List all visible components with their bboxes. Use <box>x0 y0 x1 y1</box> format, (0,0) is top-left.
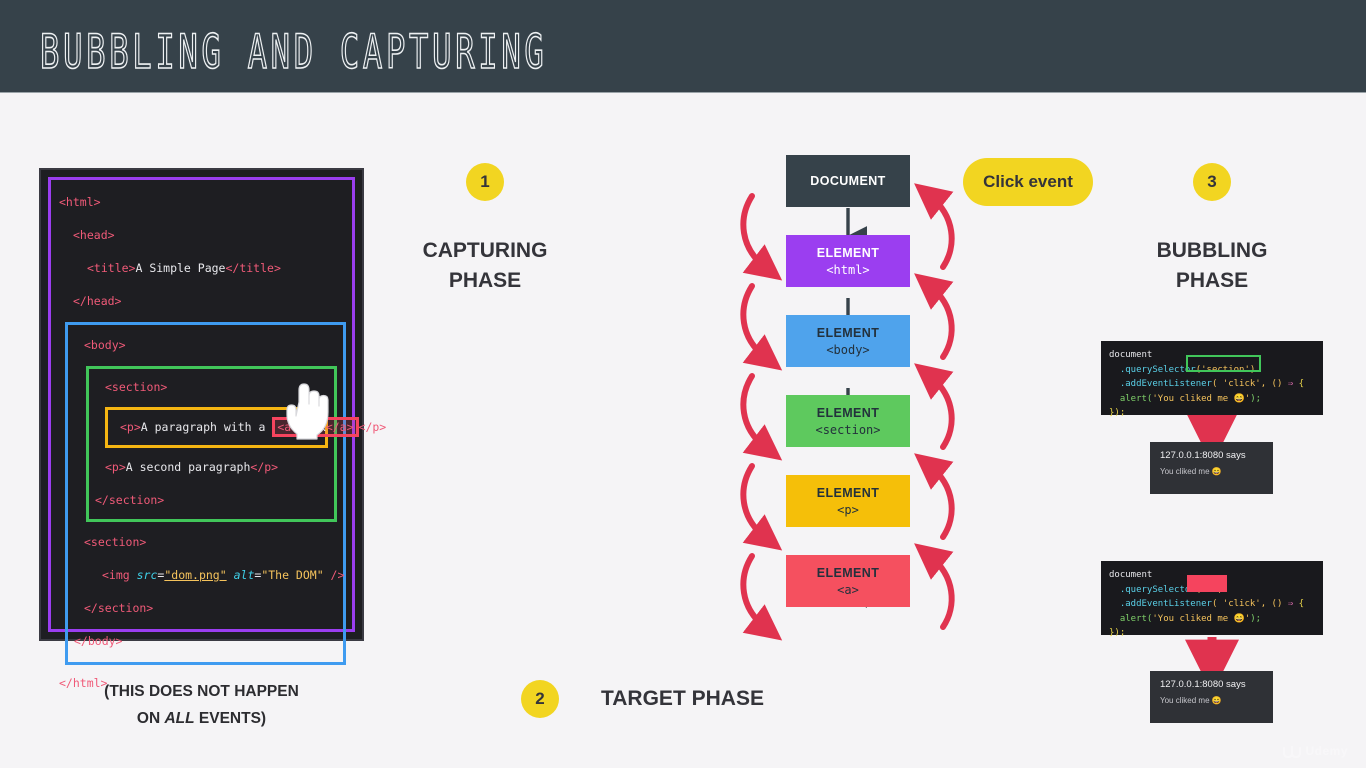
node-kind: ELEMENT <box>816 565 880 580</box>
code-line-img: <img src="dom.png" alt="The DOM" /> <box>102 568 345 582</box>
code-line-body-open: <body> <box>84 338 126 352</box>
caption-line-2: ON ALL EVENTS) <box>136 710 267 727</box>
udemy-watermark: Udemy <box>1283 744 1348 758</box>
caption-line-1: (THIS DOES NOT HAPPEN <box>104 683 299 700</box>
flow-node-document: DOCUMENT <box>786 155 910 207</box>
udemy-logo-icon <box>1283 746 1302 758</box>
snippet-line-close: }); <box>1109 628 1126 639</box>
nesting-box-html: <html> <head> <title>A Simple Page</titl… <box>48 177 386 690</box>
bubbling-phase-title: BUBBLING PHASE <box>1112 236 1312 296</box>
code-line-head-open: <head> <box>73 228 115 242</box>
code-panel-caption: (THIS DOES NOT HAPPEN ON ALL EVENTS) <box>39 678 364 732</box>
bubbling-phase-column: 3 BUBBLING PHASE <box>1112 163 1312 296</box>
node-kind: ELEMENT <box>816 325 880 340</box>
alert-title: 127.0.0.1:8080 says <box>1160 450 1246 461</box>
bubbling-title-line-1: BUBBLING <box>1156 239 1268 262</box>
target-phase-row: 2 TARGET PHASE <box>521 680 764 718</box>
flow-node-html: ELEMENT <html> <box>786 235 910 287</box>
capturing-arrow-group <box>740 193 783 641</box>
node-tag: <p> <box>837 502 859 517</box>
bubbling-arrow-group <box>914 183 955 630</box>
code-line-body-close: </body> <box>74 634 123 648</box>
html-code-panel: <html> <head> <title>A Simple Page</titl… <box>39 168 386 690</box>
highlight-box-section-selector <box>1186 355 1261 372</box>
capturing-title-line-2: PHASE <box>448 269 522 292</box>
highlight-box-a-selector <box>1187 575 1227 592</box>
node-kind: ELEMENT <box>816 405 880 420</box>
alert-dialog-section: 127.0.0.1:8080 says You cliked me 😄 <box>1150 442 1273 494</box>
code-line-p-first: <p>A paragraph with a <a>link</a> </p> <box>110 411 386 444</box>
code-line-head-close: </head> <box>73 294 122 308</box>
page-header: BUBBLING AND CAPTURING <box>0 0 1366 93</box>
bubbling-phase-badge: 3 <box>1193 163 1231 201</box>
target-phase-badge: 2 <box>521 680 559 718</box>
capturing-phase-badge: 1 <box>466 163 504 201</box>
code-line-section-close: </section> <box>95 493 165 507</box>
node-kind: ELEMENT <box>816 485 880 500</box>
nesting-box-a: <a>link</a> <box>272 417 359 437</box>
flow-node-section: ELEMENT <section> <box>786 395 910 447</box>
snippet-line-addeventlistener: .addEventListener( 'click', () ⇒ { <box>1109 379 1305 390</box>
flow-node-body: ELEMENT <body> <box>786 315 910 367</box>
watermark-text: Udemy <box>1305 744 1348 758</box>
node-tag: <body> <box>826 342 870 357</box>
snippet-line-close: }); <box>1109 408 1126 419</box>
nesting-box-body: <body> <section> <p>A paragraph with a <… <box>65 322 386 665</box>
nesting-box-section: <section> <p>A paragraph with a <a>link<… <box>86 366 386 522</box>
alert-message: You cliked me 😄 <box>1160 696 1222 705</box>
capturing-phase-title: CAPTURING PHASE <box>385 236 585 296</box>
node-tag: <html> <box>826 262 870 277</box>
alert-title: 127.0.0.1:8080 says <box>1160 679 1246 690</box>
code-line-section2-open: <section> <box>84 535 147 549</box>
event-flow-diagram: DOCUMENT ELEMENT <html> ELEMENT <body> E… <box>786 155 910 607</box>
code-line-section2-close: </section> <box>84 601 154 615</box>
node-tag: <a> <box>837 582 859 597</box>
snippet-line-addeventlistener: .addEventListener( 'click', () ⇒ { <box>1109 599 1305 610</box>
snippet-line-alert: alert('You cliked me 😄'); <box>1109 393 1262 404</box>
page-title: BUBBLING AND CAPTURING <box>39 25 548 81</box>
target-phase-title: TARGET PHASE <box>601 687 764 710</box>
code-snippet-section-listener: document .querySelector('section') .addE… <box>1101 341 1323 418</box>
flow-node-p: ELEMENT <p> <box>786 475 910 527</box>
node-tag: <section> <box>815 422 881 437</box>
code-line-title: <title>A Simple Page</title> <box>87 261 281 275</box>
click-event-pill: Click event <box>963 158 1093 206</box>
alert-message: You cliked me 😄 <box>1160 467 1222 476</box>
node-kind: ELEMENT <box>816 245 880 260</box>
flow-node-a: ELEMENT <a> <box>786 555 910 607</box>
bubbling-title-line-2: PHASE <box>1175 269 1249 292</box>
code-line-html-open: <html> <box>59 195 101 209</box>
nesting-box-p: <p>A paragraph with a <a>link</a> </p> <box>105 407 386 448</box>
node-kind: DOCUMENT <box>810 174 886 188</box>
snippet-line-alert: alert('You cliked me 😄'); <box>1109 613 1262 624</box>
capturing-title-line-1: CAPTURING <box>422 239 548 262</box>
alert-dialog-a: 127.0.0.1:8080 says You cliked me 😄 <box>1150 671 1273 723</box>
capturing-phase-column: 1 CAPTURING PHASE <box>385 163 585 296</box>
code-line-p-second: <p>A second paragraph</p> <box>105 460 279 474</box>
code-line-section-open: <section> <box>105 380 168 394</box>
code-snippet-a-listener: document .querySelector('a') .addEventLi… <box>1101 561 1323 638</box>
